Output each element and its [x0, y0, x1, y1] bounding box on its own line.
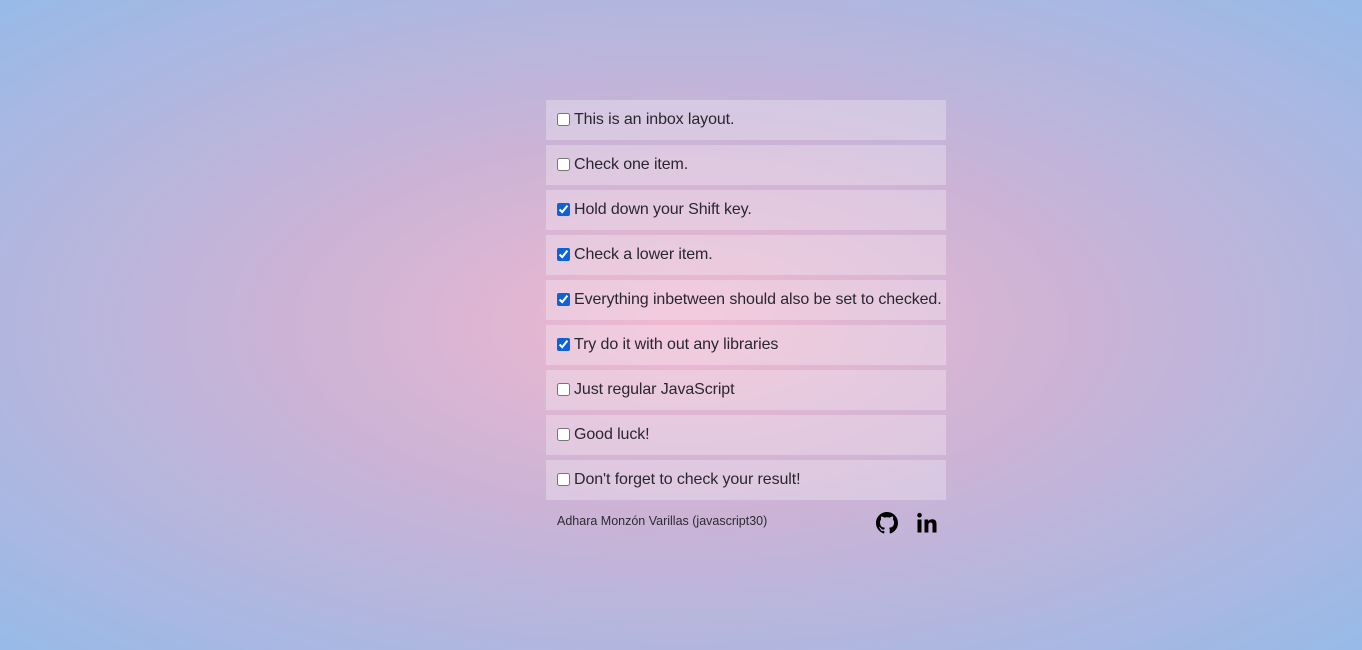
item-checkbox[interactable]	[557, 157, 570, 171]
inbox-item[interactable]: Good luck!	[546, 415, 946, 455]
item-label: Hold down your Shift key.	[574, 201, 752, 218]
social-links	[876, 512, 938, 534]
item-label: Everything inbetween should also be set …	[574, 291, 942, 308]
item-checkbox[interactable]	[557, 472, 570, 486]
item-label: Check one item.	[574, 156, 689, 173]
inbox-item[interactable]: Hold down your Shift key.	[546, 190, 946, 230]
inbox-item[interactable]: Everything inbetween should also be set …	[546, 280, 946, 320]
github-link[interactable]	[876, 512, 898, 534]
inbox-item[interactable]: Check one item.	[546, 145, 946, 185]
inbox-item[interactable]: This is an inbox layout.	[546, 100, 946, 140]
github-icon	[876, 512, 898, 534]
item-checkbox[interactable]	[557, 337, 570, 351]
item-label: This is an inbox layout.	[574, 111, 735, 128]
author-credit: Adhara Monzón Varillas (javascript30)	[557, 514, 768, 528]
linkedin-icon	[916, 512, 938, 534]
item-label: Just regular JavaScript	[574, 381, 735, 398]
inbox-item[interactable]: Just regular JavaScript	[546, 370, 946, 410]
item-checkbox[interactable]	[557, 112, 570, 126]
item-checkbox[interactable]	[557, 247, 570, 261]
inbox: This is an inbox layout. Check one item.…	[546, 100, 946, 544]
item-checkbox[interactable]	[557, 427, 570, 441]
inbox-item[interactable]: Try do it with out any libraries	[546, 325, 946, 365]
linkedin-link[interactable]	[916, 512, 938, 534]
item-label: Try do it with out any libraries	[574, 336, 779, 353]
footer: Adhara Monzón Varillas (javascript30)	[546, 508, 946, 544]
item-checkbox[interactable]	[557, 382, 570, 396]
item-label: Check a lower item.	[574, 246, 713, 263]
inbox-item[interactable]: Check a lower item.	[546, 235, 946, 275]
item-label: Don't forget to check your result!	[574, 471, 801, 488]
inbox-item[interactable]: Don't forget to check your result!	[546, 460, 946, 500]
item-checkbox[interactable]	[557, 292, 570, 306]
item-checkbox[interactable]	[557, 202, 570, 216]
item-label: Good luck!	[574, 426, 650, 443]
